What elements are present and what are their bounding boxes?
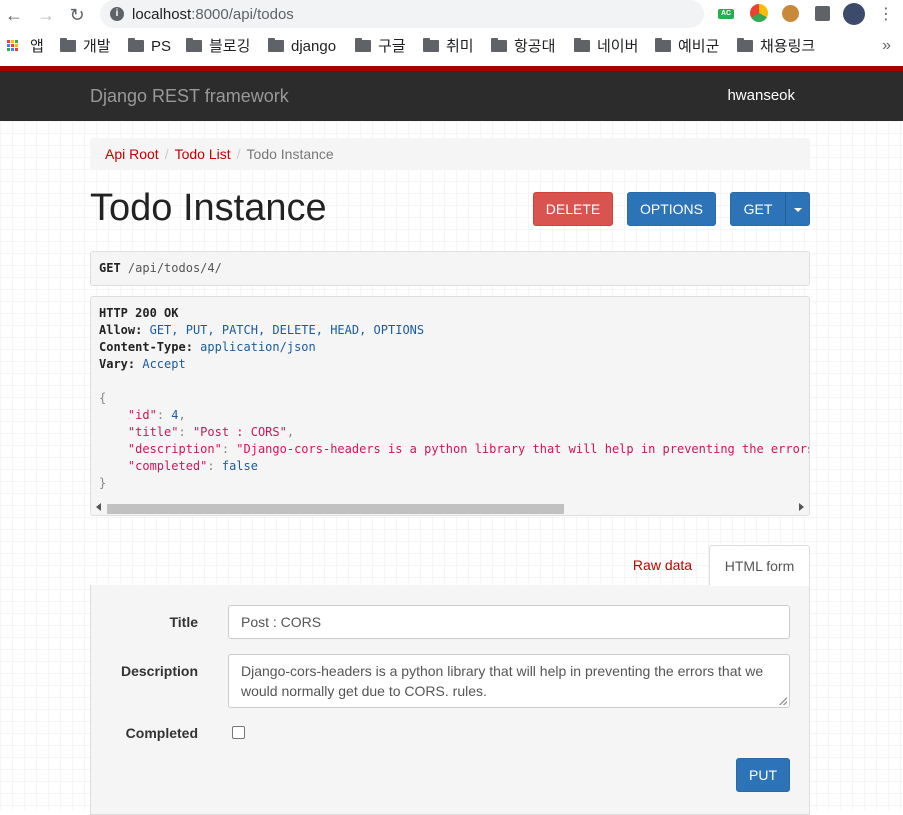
- folder-icon: [355, 38, 371, 52]
- url-text[interactable]: localhost:8000/api/todos: [132, 6, 294, 23]
- breadcrumb-todo-list[interactable]: Todo List: [175, 146, 231, 162]
- site-info-icon[interactable]: i: [110, 7, 124, 21]
- header-key: Vary:: [99, 357, 136, 371]
- cookie-extension-icon[interactable]: [782, 5, 799, 22]
- profile-avatar-icon[interactable]: [843, 3, 865, 25]
- json-key-title: "title": [127, 425, 179, 439]
- reload-icon[interactable]: ↻: [66, 4, 88, 26]
- header-key: Content-Type:: [99, 340, 193, 354]
- bookmarks-bar: 앱 개발 PS 블로깅 django 구글 취미 항공대 네이버 예비군 채용링…: [0, 32, 903, 62]
- description-textarea[interactable]: Django-cors-headers is a python library …: [228, 654, 790, 708]
- header-value: Accept: [142, 357, 186, 371]
- scroll-right-icon[interactable]: [799, 503, 804, 511]
- bookmark-folder-blog[interactable]: 블로깅: [186, 37, 250, 57]
- extension-ac-icon[interactable]: AC: [718, 9, 734, 19]
- scroll-left-icon[interactable]: [96, 503, 101, 511]
- browser-toolbar: ← → ↻ i localhost:8000/api/todos AC ⋮: [0, 0, 903, 30]
- brand-link[interactable]: Django REST framework: [90, 86, 289, 107]
- folder-icon: [186, 38, 202, 52]
- extension-color-icon[interactable]: [750, 4, 768, 22]
- forward-icon[interactable]: →: [35, 4, 57, 26]
- scroll-thumb[interactable]: [107, 504, 564, 514]
- breadcrumb-separator: /: [236, 146, 241, 162]
- get-button[interactable]: GET: [730, 192, 786, 226]
- header-value: application/json: [200, 340, 316, 354]
- header-key: Allow:: [99, 323, 143, 337]
- json-value-description: "Django-cors-headers is a python library…: [236, 442, 809, 456]
- bookmark-folder-naver[interactable]: 네이버: [574, 37, 638, 57]
- horizontal-scrollbar[interactable]: [91, 500, 809, 515]
- folder-icon: [655, 38, 671, 52]
- options-button[interactable]: OPTIONS: [627, 192, 716, 226]
- json-value-title: "Post : CORS": [192, 425, 287, 439]
- folder-icon: [491, 38, 507, 52]
- description-label: Description: [120, 663, 198, 679]
- folder-icon: [737, 38, 753, 52]
- bookmark-folder-reserve[interactable]: 예비군: [655, 37, 719, 57]
- bookmark-folder-ps[interactable]: PS: [128, 37, 171, 57]
- folder-icon: [423, 38, 439, 52]
- folder-icon: [60, 38, 76, 52]
- title-label: Title: [169, 614, 198, 630]
- extensions-puzzle-icon[interactable]: [815, 6, 830, 21]
- json-key-id: "id": [127, 408, 157, 422]
- put-button[interactable]: PUT: [736, 758, 790, 792]
- breadcrumb-current: Todo Instance: [246, 146, 334, 162]
- delete-button[interactable]: DELETE: [533, 192, 613, 226]
- page-title: Todo Instance: [90, 187, 327, 229]
- response-status: HTTP 200 OK: [99, 306, 179, 320]
- json-value-completed: false: [221, 459, 258, 473]
- breadcrumb-api-root[interactable]: Api Root: [105, 146, 159, 162]
- back-icon[interactable]: ←: [3, 4, 25, 26]
- completed-checkbox[interactable]: [232, 726, 245, 739]
- breadcrumb-separator: /: [164, 146, 169, 162]
- bookmark-folder-jobs[interactable]: 채용링크: [737, 37, 815, 57]
- resize-handle-icon[interactable]: [779, 697, 787, 705]
- bookmark-folder-google[interactable]: 구글: [355, 37, 406, 57]
- folder-icon: [128, 38, 144, 52]
- address-bar[interactable]: i localhost:8000/api/todos: [100, 0, 704, 28]
- breadcrumb: Api Root / Todo List / Todo Instance: [90, 138, 810, 170]
- header-value: GET, PUT, PATCH, DELETE, HEAD, OPTIONS: [149, 323, 425, 337]
- request-method: GET: [99, 261, 121, 275]
- bookmark-folder-dev[interactable]: 개발: [60, 37, 111, 57]
- bookmarks-overflow-button[interactable]: »: [882, 37, 891, 55]
- folder-icon: [574, 38, 590, 52]
- folder-icon: [268, 38, 284, 52]
- response-info[interactable]: HTTP 200 OK Allow: GET, PUT, PATCH, DELE…: [90, 296, 810, 516]
- apps-grid-icon[interactable]: [7, 40, 19, 52]
- tab-raw-data[interactable]: Raw data: [620, 545, 705, 586]
- bookmark-folder-kau[interactable]: 항공대: [491, 37, 555, 57]
- menu-kebab-icon[interactable]: ⋮: [875, 4, 897, 26]
- json-key-description: "description": [127, 442, 222, 456]
- completed-label: Completed: [125, 725, 198, 741]
- tab-html-form[interactable]: HTML form: [709, 545, 810, 586]
- bookmark-folder-hobby[interactable]: 취미: [423, 37, 474, 57]
- json-value-id: 4: [171, 408, 179, 422]
- json-key-completed: "completed": [127, 459, 208, 473]
- bookmark-apps[interactable]: 앱: [30, 37, 44, 57]
- navbar: Django REST framework hwanseok: [0, 71, 903, 121]
- bookmark-folder-django[interactable]: django: [268, 37, 336, 57]
- request-path: /api/todos/4/: [127, 261, 222, 275]
- title-input[interactable]: [228, 605, 790, 639]
- request-info: GET /api/todos/4/: [90, 251, 810, 286]
- user-menu[interactable]: hwanseok: [727, 87, 795, 104]
- caret-down-icon: [793, 208, 802, 213]
- get-format-dropdown[interactable]: [785, 192, 810, 226]
